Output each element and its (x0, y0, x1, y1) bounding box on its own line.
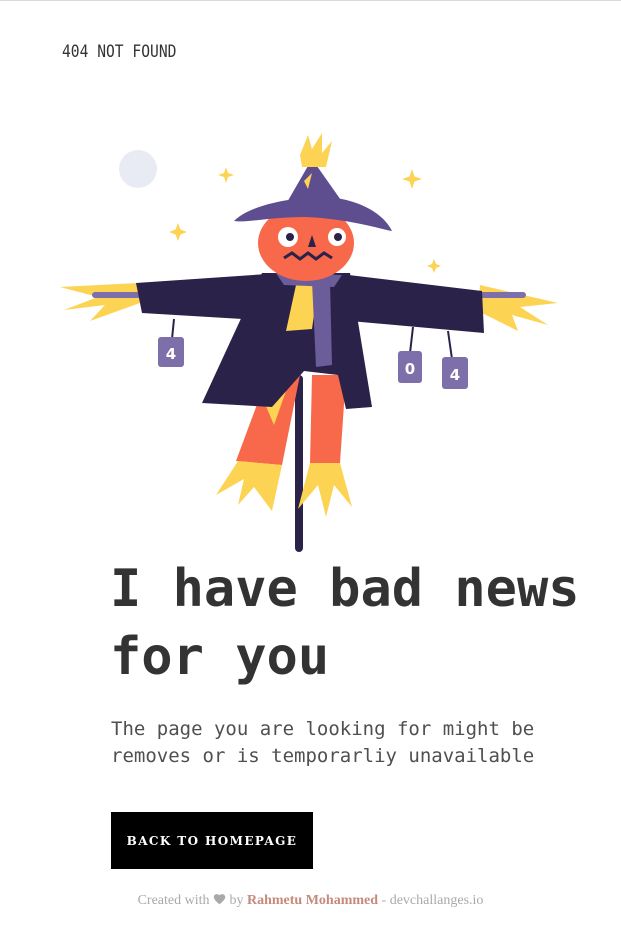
footer: Created with by Rahmetu Mohammed - devch… (0, 893, 621, 909)
headline-line-2: for you (110, 627, 330, 687)
footer-site-link[interactable]: devchallanges.io (390, 893, 484, 908)
error-message: The page you are looking for might be re… (111, 716, 591, 770)
leg-right (310, 375, 346, 463)
scarecrow-illustration: 4 0 4 (60, 133, 558, 552)
footer-separator: - (381, 893, 387, 908)
error-message-line-2: removes or is temporarliy unavailable (111, 745, 535, 767)
can-4-left: 4 (158, 337, 184, 367)
back-to-homepage-button[interactable]: BACK TO HOMEPAGE (111, 812, 313, 869)
footer-author-link[interactable]: Rahmetu Mohammed (247, 893, 378, 908)
heart-icon (213, 894, 226, 905)
error-message-line-1: The page you are looking for might be (111, 718, 535, 740)
can-0: 0 (398, 351, 422, 383)
can-4-right: 4 (442, 357, 468, 389)
can-label-2: 0 (405, 360, 415, 378)
footer-by: by (229, 893, 244, 908)
can-label-3: 4 (450, 366, 460, 384)
straw-hand-left (60, 283, 140, 321)
straw-hand-right (478, 285, 558, 331)
brand-title: 404 NOT FOUND (62, 42, 177, 62)
footer-created-with: Created with (137, 893, 210, 908)
headline: I have bad news for you (110, 555, 610, 691)
pole (295, 375, 303, 552)
headline-line-1: I have bad news (110, 559, 580, 619)
top-divider (0, 0, 621, 1)
can-label-1: 4 (166, 345, 176, 363)
moon-icon (119, 150, 157, 188)
